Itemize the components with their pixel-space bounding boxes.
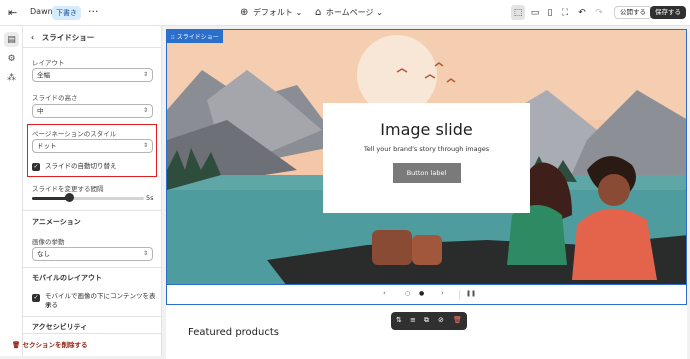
chevron-updown-icon: ⇕ (142, 71, 148, 78)
draft-badge: 下書き (52, 6, 81, 20)
chevron-down-icon: ⌄ (376, 8, 383, 17)
layout-label: レイアウト (32, 59, 65, 67)
desktop-view-icon[interactable]: ▭ (528, 5, 542, 20)
left-rail: ▤ ⚙ ⁂ (0, 26, 23, 356)
settings-panel: ‹ スライドショー レイアウト 全幅 ⇕ スライドの高さ 中 ⇕ ページネーショ… (23, 26, 162, 356)
panel-title: スライドショー (41, 33, 95, 42)
highlight-box (27, 124, 157, 177)
remove-section-button[interactable]: 🗑 セクションを削除する (12, 339, 88, 349)
apps-icon[interactable]: ⁂ (4, 70, 19, 85)
chevron-updown-icon: ⇕ (142, 107, 148, 114)
exit-icon[interactable]: ⇤ (8, 6, 17, 19)
theme-name: Dawn (30, 7, 53, 16)
chevron-down-icon: ⌄ (295, 8, 303, 17)
undo-icon[interactable]: ↶ (575, 5, 589, 20)
template-select[interactable]: ⊕ デフォルト ⌄ (240, 7, 302, 18)
template-select-label: デフォルト (252, 8, 293, 17)
interval-slider[interactable] (32, 197, 144, 200)
slide-subtitle: Tell your brand's story through images (363, 145, 490, 153)
redo-icon[interactable]: ↷ (592, 5, 606, 20)
slider-handle[interactable] (64, 193, 74, 202)
sections-icon[interactable]: ▤ (4, 32, 19, 47)
globe-icon: ⊕ (240, 7, 249, 18)
slideshow-section[interactable]: ⁝⁝ スライドショー Image slide Tell your brand's… (166, 29, 687, 285)
top-bar: ⇤ Dawn 下書き ··· ⊕ デフォルト ⌄ ⌂ ホームページ ⌄ ⬚ ▭ … (0, 0, 690, 26)
divider (23, 210, 162, 211)
divider (23, 267, 162, 268)
mobile-content-checkbox[interactable]: ✓ (32, 294, 40, 302)
animation-heading: アニメーション (32, 218, 81, 226)
section-toolbar: ⇅ ≡ ⧉ ⊘ 🗑 (391, 312, 467, 330)
slideshow-controls: ‹ ○ ● › ❚❚ (166, 285, 687, 305)
chevron-updown-icon: ⇕ (142, 250, 148, 257)
image-behavior-select[interactable]: なし ⇕ (32, 247, 153, 261)
preview-canvas: ⁝⁝ スライドショー Image slide Tell your brand's… (163, 26, 690, 359)
slide-title: Image slide (380, 120, 473, 139)
store-preview: ⁝⁝ スライドショー Image slide Tell your brand's… (166, 29, 687, 359)
panel-header: ‹ スライドショー (31, 32, 94, 43)
save-button[interactable]: 保存する (650, 6, 686, 19)
inspector-icon[interactable]: ⬚ (511, 5, 525, 20)
settings-icon[interactable]: ⚙ (4, 51, 19, 66)
pause-icon[interactable]: ❚❚ (466, 290, 476, 297)
trash-icon: 🗑 (12, 341, 23, 349)
divider (23, 333, 162, 334)
publish-button[interactable]: 公開する (614, 6, 652, 19)
image-behavior-value: なし (37, 250, 50, 258)
divider (459, 290, 460, 300)
layout-select[interactable]: 全幅 ⇕ (32, 68, 153, 82)
move-icon[interactable]: ⇅ (396, 316, 402, 324)
home-icon: ⌂ (315, 7, 322, 18)
page-select-label: ホームページ (325, 8, 374, 17)
remove-section-label: セクションを削除する (22, 341, 88, 349)
add-block-icon[interactable]: ≡ (410, 316, 416, 324)
divider (23, 47, 162, 48)
back-icon[interactable]: ‹ (31, 33, 34, 42)
hide-icon[interactable]: ⊘ (438, 316, 444, 324)
divider (23, 316, 162, 317)
chevron-right-icon[interactable]: › (441, 289, 444, 297)
interval-value: 5s (146, 194, 154, 202)
delete-icon[interactable]: 🗑 (453, 316, 462, 324)
section-tag-label: スライドショー (176, 34, 219, 41)
slide-content-card: Image slide Tell your brand's story thro… (323, 103, 530, 213)
accessibility-heading: アクセシビリティ (32, 323, 88, 331)
height-value: 中 (37, 107, 44, 115)
section-tag: ⁝⁝ スライドショー (167, 30, 223, 43)
page-select[interactable]: ⌂ ホームページ ⌄ (315, 7, 383, 18)
chevron-left-icon[interactable]: ‹ (383, 289, 386, 297)
duplicate-icon[interactable]: ⧉ (424, 316, 429, 325)
height-label: スライドの高さ (32, 94, 78, 102)
interval-label: スライドを変更する間隔 (32, 185, 104, 193)
mobile-content-label-line1: モバイルで画像の下にコンテンツを表示 (45, 292, 156, 309)
mobile-view-icon[interactable]: ▯ (543, 5, 557, 20)
more-icon[interactable]: ··· (88, 5, 99, 18)
pagination-dot[interactable]: ○ (405, 290, 410, 297)
slider-fill (32, 197, 69, 200)
featured-products-heading: Featured products (188, 327, 279, 338)
image-behavior-label: 画像の挙動 (32, 238, 65, 246)
fullscreen-icon[interactable]: ⛶ (558, 5, 572, 20)
height-select[interactable]: 中 ⇕ (32, 104, 153, 118)
pagination-dot-active[interactable]: ● (419, 290, 424, 297)
mobile-heading: モバイルのレイアウト (32, 274, 102, 282)
slide-button[interactable]: Button label (392, 163, 461, 183)
layout-value: 全幅 (37, 71, 50, 79)
mobile-content-label-line2: する (45, 301, 58, 309)
